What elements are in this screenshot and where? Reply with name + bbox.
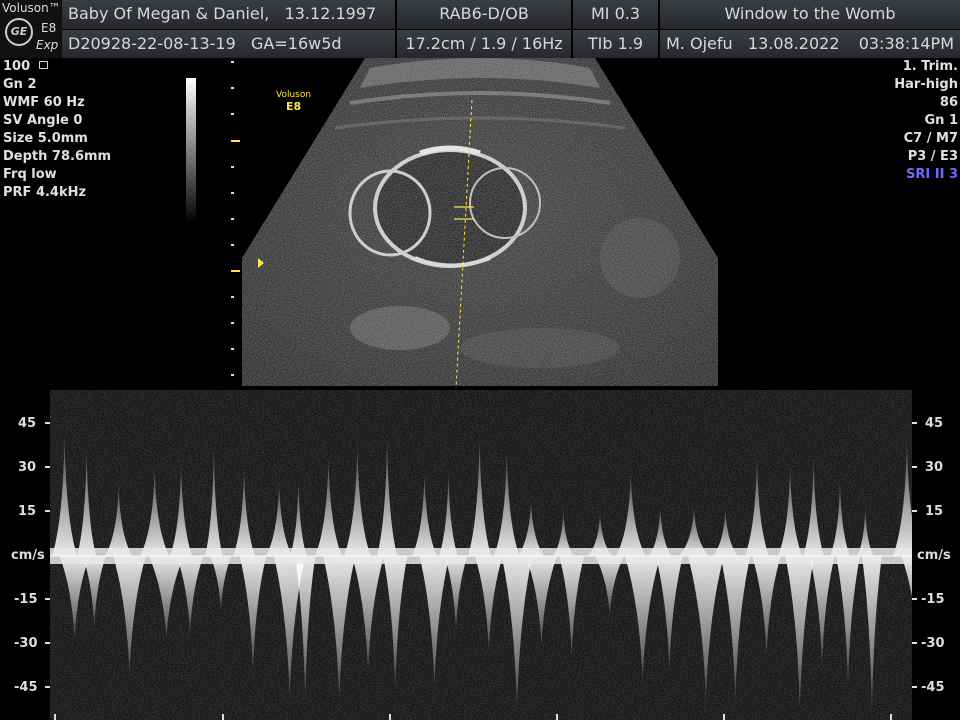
- operator-date: M. Ojefu 13.08.2022 03:38:14PM: [660, 30, 960, 58]
- brand-label: Voluson™: [2, 1, 61, 15]
- clinic-name: Window to the Womb: [660, 0, 960, 29]
- wall-filter-param: WMF 60 Hz: [3, 95, 85, 110]
- model-label: E8: [41, 21, 57, 35]
- ge-logo-icon: GE: [5, 18, 33, 46]
- trimester-param: 1. Trim.: [902, 59, 958, 74]
- right-gain-param: Gn 1: [924, 113, 959, 128]
- probe-preset: RAB6-D/OB: [397, 0, 571, 29]
- probe-preset-text: RAB6-D/OB: [439, 4, 529, 23]
- thermal-index: TIb 1.9: [573, 30, 658, 58]
- grayscale-bar: [186, 78, 196, 223]
- power-param: 100: [3, 59, 48, 74]
- patient-name-text: Baby Of Megan & Daniel,: [68, 4, 270, 23]
- harmonic-param: Har-high: [894, 77, 958, 92]
- sv-angle-param: SV Angle 0: [3, 113, 83, 128]
- date-text: 13.08.2022: [747, 34, 840, 53]
- mechanical-index: MI 0.3: [573, 0, 658, 29]
- sri-param: SRI II 3: [906, 167, 958, 182]
- patient-dob: 13.12.1997: [284, 4, 377, 23]
- patient-name: Baby Of Megan & Daniel, 13.12.1997: [62, 0, 395, 29]
- frame-rate-param: 86: [939, 95, 958, 110]
- gain-param: Gn 2: [3, 77, 37, 92]
- power-value: 100: [3, 59, 31, 74]
- clinic-text: Window to the Womb: [724, 4, 896, 23]
- operator-text: M. Ojefu: [666, 34, 733, 53]
- depth-info: 17.2cm / 1.9 / 16Hz: [397, 30, 571, 58]
- gestational-age: GA=16w5d: [251, 34, 342, 53]
- frequency-param: Frq low: [3, 167, 57, 182]
- exam-id: D20928-22-08-13-19 GA=16w5d: [62, 30, 395, 58]
- image-logo-label: Voluson E8: [276, 89, 311, 113]
- depth-param: Depth 78.6mm: [3, 149, 112, 164]
- image-logo-line2: E8: [285, 100, 302, 113]
- ultrasound-sector-image: [242, 58, 718, 388]
- exp-label: Exp: [36, 38, 59, 52]
- doppler-axis-ticks: [45, 422, 917, 720]
- prf-param: PRF 4.4kHz: [3, 185, 87, 200]
- logo-block: Voluson™ GE E8 Exp: [0, 0, 62, 58]
- sample-size-param: Size 5.0mm: [3, 131, 88, 146]
- time-text: 03:38:14PM: [858, 34, 954, 53]
- mi-text: MI 0.3: [590, 4, 641, 23]
- tib-text: TIb 1.9: [587, 34, 644, 53]
- compression-map-param: C7 / M7: [903, 131, 958, 146]
- exam-id-text: D20928-22-08-13-19: [68, 34, 236, 53]
- persistence-param: P3 / E3: [907, 149, 958, 164]
- depth-info-text: 17.2cm / 1.9 / 16Hz: [405, 34, 563, 53]
- lock-icon: [38, 61, 48, 69]
